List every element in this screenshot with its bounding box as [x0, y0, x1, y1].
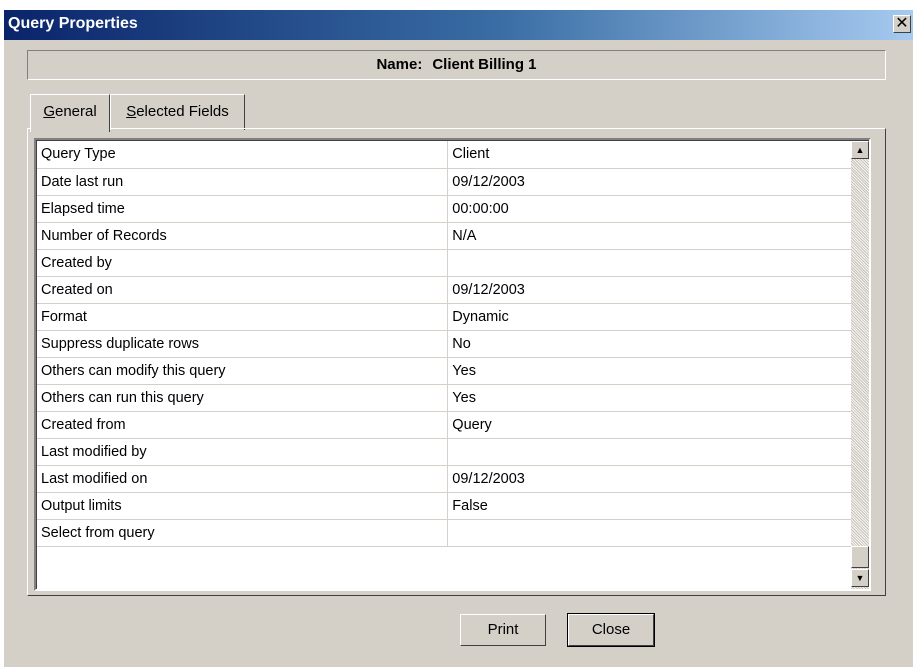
- query-name-value: Client Billing 1: [432, 56, 537, 73]
- table-row[interactable]: Created by: [37, 249, 852, 277]
- tab-general[interactable]: General: [30, 94, 110, 132]
- tab-general-label: eneral: [54, 103, 97, 120]
- window-title: Query Properties: [8, 15, 138, 32]
- query-name-banner: Name: Client Billing 1: [27, 50, 886, 80]
- table-row[interactable]: Last modified on 09/12/2003: [37, 465, 852, 493]
- property-value[interactable]: 09/12/2003: [447, 465, 852, 493]
- tab-selected-fields[interactable]: Selected Fields: [110, 94, 245, 130]
- property-value[interactable]: Dynamic: [447, 303, 852, 331]
- table-row[interactable]: Elapsed time 00:00:00: [37, 195, 852, 223]
- property-name: Elapsed time: [37, 195, 449, 223]
- property-name: Created from: [37, 411, 449, 439]
- tab-general-access-key: G: [43, 103, 55, 120]
- property-value[interactable]: Yes: [447, 357, 852, 385]
- property-name: Suppress duplicate rows: [37, 330, 449, 358]
- properties-table: Query Type Client Date last run 09/12/2003 E…: [37, 141, 852, 547]
- table-row[interactable]: Others can run this query Yes: [37, 384, 852, 412]
- property-value[interactable]: Client: [447, 141, 852, 169]
- print-button[interactable]: Print: [460, 614, 546, 646]
- table-row[interactable]: Query Type Client: [37, 141, 852, 169]
- table-row[interactable]: Created on 09/12/2003: [37, 276, 852, 304]
- table-row[interactable]: Last modified by: [37, 438, 852, 466]
- table-row[interactable]: Output limits False: [37, 492, 852, 520]
- properties-grid: Query Type Client Date last run 09/12/2003 E…: [34, 138, 871, 591]
- property-name: Query Type: [37, 141, 449, 169]
- scroll-thumb[interactable]: [851, 546, 869, 568]
- table-row[interactable]: Others can modify this query Yes: [37, 357, 852, 385]
- property-value[interactable]: 00:00:00: [447, 195, 852, 223]
- property-name: Last modified on: [37, 465, 449, 493]
- table-row[interactable]: Suppress duplicate rows No: [37, 330, 852, 358]
- close-button[interactable]: Close: [567, 613, 655, 647]
- close-icon[interactable]: ✕: [893, 15, 911, 33]
- property-value[interactable]: No: [447, 330, 852, 358]
- property-value[interactable]: 09/12/2003: [447, 168, 852, 196]
- scroll-up-icon[interactable]: ▲: [851, 141, 869, 159]
- table-row[interactable]: Created from Query: [37, 411, 852, 439]
- property-name: Date last run: [37, 168, 449, 196]
- property-name: Output limits: [37, 492, 449, 520]
- property-name: Created by: [37, 249, 449, 277]
- property-value[interactable]: [447, 519, 852, 547]
- property-value[interactable]: [447, 438, 852, 466]
- property-value[interactable]: N/A: [447, 222, 852, 250]
- property-value[interactable]: 09/12/2003: [447, 276, 852, 304]
- property-value[interactable]: [447, 249, 852, 277]
- table-row[interactable]: Number of Records N/A: [37, 222, 852, 250]
- property-name: Format: [37, 303, 449, 331]
- table-row[interactable]: Format Dynamic: [37, 303, 852, 331]
- property-name: Select from query: [37, 519, 449, 547]
- property-name: Last modified by: [37, 438, 449, 466]
- tab-selected-fields-access-key: S: [126, 103, 137, 120]
- property-name: Number of Records: [37, 222, 449, 250]
- property-name: Created on: [37, 276, 449, 304]
- table-row[interactable]: Date last run 09/12/2003: [37, 168, 852, 196]
- property-value[interactable]: Query: [447, 411, 852, 439]
- scroll-down-icon[interactable]: ▼: [851, 569, 869, 587]
- property-name: Others can modify this query: [37, 357, 449, 385]
- property-name: Others can run this query: [37, 384, 449, 412]
- tab-selected-fields-label: elected Fields: [136, 103, 229, 120]
- property-value[interactable]: False: [447, 492, 852, 520]
- title-bar[interactable]: Query Properties ✕: [4, 10, 913, 40]
- vertical-scrollbar[interactable]: ▲ ▼: [851, 141, 869, 589]
- property-value[interactable]: Yes: [447, 384, 852, 412]
- table-row[interactable]: Select from query: [37, 519, 852, 547]
- name-label: Name:: [376, 56, 423, 73]
